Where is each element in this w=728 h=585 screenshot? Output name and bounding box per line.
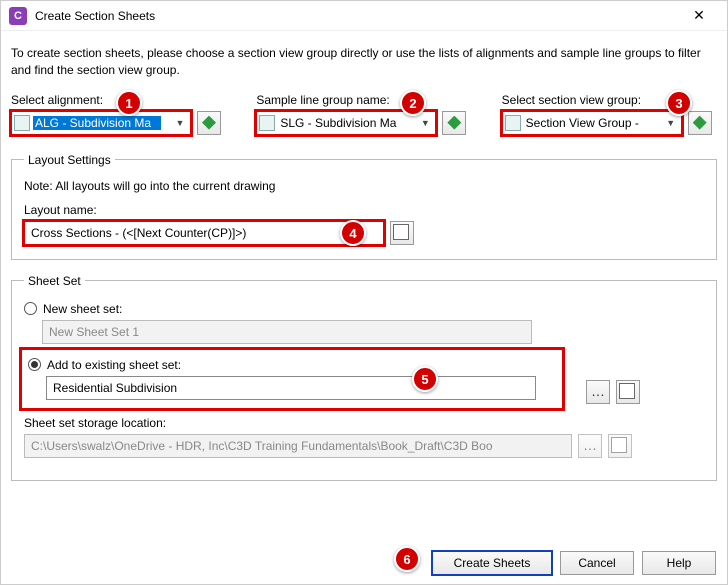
pick-icon: [447, 116, 461, 130]
view-group-pick-button[interactable]: [688, 111, 712, 135]
callout-6: 6: [394, 546, 420, 572]
new-sheet-radio-row[interactable]: New sheet set:: [24, 302, 704, 316]
create-sheets-label: Create Sheets: [454, 556, 531, 570]
close-button[interactable]: ✕: [679, 2, 719, 30]
help-button[interactable]: Help: [642, 551, 716, 575]
callout-5: 5: [412, 366, 438, 392]
edit-icon: [395, 226, 409, 240]
callout-2: 2: [400, 90, 426, 116]
layout-settings-group: Layout Settings Note: All layouts will g…: [11, 153, 717, 260]
ellipsis-icon: [583, 439, 597, 453]
layout-name-value: Cross Sections - (<[Next Counter(CP)]>): [31, 226, 246, 240]
alignment-icon: [14, 115, 30, 131]
pick-icon: [693, 116, 707, 130]
sample-line-label: Sample line group name:: [256, 93, 471, 107]
ellipsis-icon: [591, 385, 605, 399]
window-title: Create Section Sheets: [35, 9, 155, 23]
alignment-combo[interactable]: ALG - Subdivision Ma ▼: [11, 111, 191, 135]
alignment-pick-button[interactable]: [197, 111, 221, 135]
storage-input: C:\Users\swalz\OneDrive - HDR, Inc\C3D T…: [24, 434, 572, 458]
sheet-set-legend: Sheet Set: [24, 274, 85, 288]
callout-3: 3: [666, 90, 692, 116]
new-sheet-label: New sheet set:: [43, 302, 122, 316]
layout-note: Note: All layouts will go into the curre…: [24, 179, 704, 193]
storage-props-button[interactable]: [608, 434, 632, 458]
view-group-value: Section View Group -: [524, 116, 652, 130]
intro-text: To create section sheets, please choose …: [11, 45, 717, 79]
chevron-down-icon: ▼: [172, 118, 188, 128]
existing-sheet-radio-row[interactable]: Add to existing sheet set:: [28, 358, 556, 372]
sample-line-pick-button[interactable]: [442, 111, 466, 135]
existing-sheet-input[interactable]: Residential Subdivision: [46, 376, 536, 400]
cancel-label: Cancel: [578, 556, 615, 570]
titlebar: C Create Section Sheets ✕: [1, 1, 727, 31]
layout-name-input[interactable]: Cross Sections - (<[Next Counter(CP)]>): [24, 221, 384, 245]
view-group-icon: [505, 115, 521, 131]
layout-name-edit-button[interactable]: [390, 221, 414, 245]
callout-1: 1: [116, 90, 142, 116]
view-group-combo[interactable]: Section View Group - ▼: [502, 111, 682, 135]
existing-sheet-browse-button[interactable]: [586, 380, 610, 404]
props-icon: [621, 385, 635, 399]
dialog-content: To create section sheets, please choose …: [1, 31, 727, 505]
layout-name-label: Layout name:: [24, 203, 704, 217]
sample-line-value: SLG - Subdivision Ma: [278, 116, 406, 130]
app-icon: C: [9, 7, 27, 25]
props-icon: [613, 439, 627, 453]
existing-sheet-label: Add to existing sheet set:: [47, 358, 181, 372]
new-sheet-name-value: New Sheet Set 1: [49, 325, 139, 339]
existing-sheet-props-button[interactable]: [616, 380, 640, 404]
radio-selected-icon: [28, 358, 41, 371]
callout-4: 4: [340, 220, 366, 246]
existing-sheet-value: Residential Subdivision: [53, 381, 177, 395]
storage-browse-button[interactable]: [578, 434, 602, 458]
dialog-footer: Create Sheets Cancel Help: [432, 551, 716, 575]
chevron-down-icon: ▼: [417, 118, 433, 128]
cancel-button[interactable]: Cancel: [560, 551, 634, 575]
alignment-value: ALG - Subdivision Ma: [33, 116, 161, 130]
chevron-down-icon: ▼: [663, 118, 679, 128]
storage-label: Sheet set storage location:: [24, 416, 704, 430]
layout-settings-legend: Layout Settings: [24, 153, 115, 167]
sample-line-icon: [259, 115, 275, 131]
storage-value: C:\Users\swalz\OneDrive - HDR, Inc\C3D T…: [31, 439, 493, 453]
pick-icon: [202, 116, 216, 130]
radio-unselected-icon: [24, 302, 37, 315]
new-sheet-name-input: New Sheet Set 1: [42, 320, 532, 344]
help-label: Help: [667, 556, 692, 570]
sheet-set-group: Sheet Set New sheet set: New Sheet Set 1…: [11, 274, 717, 481]
existing-sheet-highlight: Add to existing sheet set: Residential S…: [22, 350, 562, 408]
create-sheets-button[interactable]: Create Sheets: [432, 551, 552, 575]
